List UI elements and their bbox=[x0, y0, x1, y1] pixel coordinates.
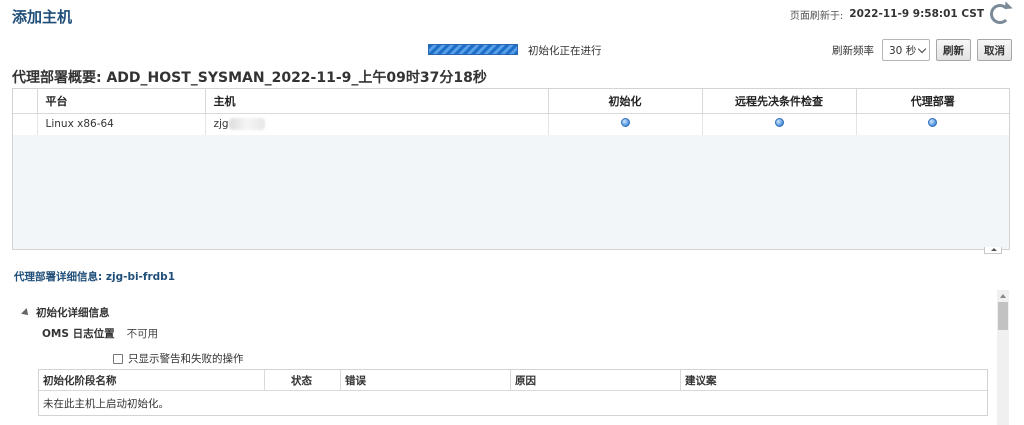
in-progress-icon bbox=[928, 118, 938, 128]
checkbox-box[interactable] bbox=[113, 353, 123, 364]
column-header-reason: 原因 bbox=[511, 370, 681, 390]
scroll-up-icon[interactable] bbox=[1000, 294, 1006, 298]
summary-title: 代理部署概要: ADD_HOST_SYSMAN_2022-11-9_上午09时3… bbox=[12, 70, 487, 86]
column-header-status: 状态 bbox=[265, 370, 341, 390]
host-name: zjg bbox=[213, 118, 229, 131]
refresh-button[interactable]: 刷新 bbox=[936, 39, 971, 61]
init-details-title: 初始化详细信息 bbox=[36, 307, 110, 319]
stage-table-header: 初始化阶段名称 状态 错误 原因 建议案 bbox=[39, 370, 987, 391]
expand-triangle-icon[interactable] bbox=[21, 307, 31, 318]
oms-log-label: OMS 日志位置 bbox=[42, 328, 115, 340]
progress-bar bbox=[428, 44, 518, 55]
column-header-recommendation: 建议案 bbox=[685, 374, 717, 387]
collapse-panel-button[interactable] bbox=[984, 247, 1002, 254]
column-header-platform: 平台 bbox=[37, 89, 206, 114]
in-progress-icon bbox=[774, 118, 784, 128]
scroll-thumb[interactable] bbox=[998, 302, 1008, 330]
oms-log-value: 不可用 bbox=[126, 328, 159, 340]
filter-warnings-label: 只显示警告和失败的操作 bbox=[128, 353, 244, 365]
column-header-prereq: 远程先决条件检查 bbox=[702, 89, 857, 114]
refresh-label: 页面刷新于: bbox=[789, 10, 844, 22]
filter-warnings-checkbox[interactable]: 只显示警告和失败的操作 bbox=[113, 351, 244, 366]
column-header-error: 错误 bbox=[341, 370, 511, 390]
toolbar: 刷新频率 30 秒 刷新 取消 bbox=[832, 39, 1012, 61]
chevron-down-icon bbox=[917, 44, 927, 53]
refresh-timestamp: 2022-11-9 9:58:01 CST bbox=[849, 8, 984, 20]
cancel-button[interactable]: 取消 bbox=[977, 39, 1012, 61]
column-header-stage-name: 初始化阶段名称 bbox=[39, 370, 265, 390]
init-status-cell bbox=[548, 113, 703, 135]
refresh-frequency-label: 刷新频率 bbox=[832, 44, 874, 57]
row-selector[interactable] bbox=[13, 113, 38, 135]
host-cell: zjg bbox=[205, 113, 549, 135]
summary-table: 平台 主机 初始化 远程先决条件检查 代理部署 Linux x86-64 zjg bbox=[13, 89, 1009, 135]
details-title: 代理部署详细信息: zjg-bi-frdb1 bbox=[14, 271, 175, 283]
stage-table: 初始化阶段名称 状态 错误 原因 建议案 未在此主机上启动初始化。 bbox=[38, 369, 988, 416]
refresh-frequency-value: 30 秒 bbox=[889, 44, 917, 57]
refresh-info: 页面刷新于: 2022-11-9 9:58:01 CST bbox=[790, 4, 1010, 24]
column-header-init: 初始化 bbox=[548, 89, 703, 114]
in-progress-icon bbox=[620, 118, 630, 128]
page-title: 添加主机 bbox=[12, 8, 73, 26]
refresh-frequency-select[interactable]: 30 秒 bbox=[882, 39, 930, 61]
deploy-status-cell bbox=[856, 113, 1009, 135]
summary-table-header: 平台 主机 初始化 远程先决条件检查 代理部署 bbox=[13, 89, 1009, 114]
summary-table-container: 平台 主机 初始化 远程先决条件检查 代理部署 Linux x86-64 zjg bbox=[12, 88, 1010, 250]
progress-text: 初始化正在进行 bbox=[528, 45, 602, 57]
column-header-host: 主机 bbox=[205, 89, 549, 114]
stage-empty-message: 未在此主机上启动初始化。 bbox=[39, 391, 987, 415]
prereq-status-cell bbox=[702, 113, 857, 135]
table-row[interactable]: Linux x86-64 zjg bbox=[13, 113, 1009, 135]
row-selector-header bbox=[13, 89, 38, 114]
platform-cell: Linux x86-64 bbox=[37, 113, 206, 135]
redacted-host-suffix bbox=[228, 118, 265, 131]
init-details-section-header[interactable]: 初始化详细信息 bbox=[21, 305, 110, 320]
vertical-scrollbar[interactable] bbox=[997, 290, 1009, 425]
column-header-deploy: 代理部署 bbox=[856, 89, 1009, 114]
refresh-icon[interactable] bbox=[990, 4, 1010, 24]
oms-log-location: OMS 日志位置 不可用 bbox=[42, 326, 158, 341]
